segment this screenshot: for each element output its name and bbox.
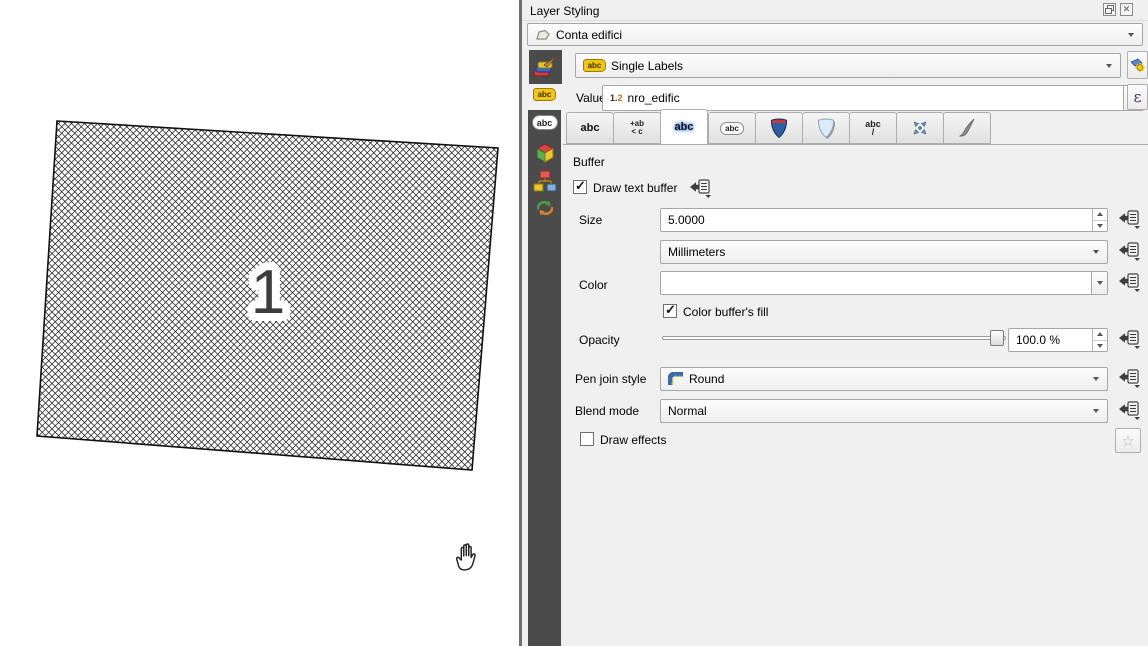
expression-builder-button[interactable]: ε bbox=[1127, 84, 1148, 110]
blend-mode-label: Blend mode bbox=[575, 404, 639, 418]
opacity-spinbox[interactable]: 100.0 % bbox=[1008, 328, 1108, 352]
tab-background[interactable] bbox=[755, 112, 803, 144]
data-defined-override-icon[interactable] bbox=[1117, 400, 1141, 421]
buffer-section-heading: Buffer bbox=[573, 155, 605, 169]
customize-effects-button[interactable]: ☆ bbox=[1115, 428, 1141, 453]
close-icon: ✕ bbox=[1123, 4, 1131, 15]
panel-title: Layer Styling bbox=[530, 4, 599, 18]
cube-3d-icon bbox=[534, 142, 556, 164]
star-icon: ☆ bbox=[1121, 432, 1134, 450]
chevron-down-icon bbox=[1128, 33, 1134, 37]
history-arrows-icon bbox=[534, 198, 556, 218]
tab-rendering[interactable] bbox=[943, 112, 991, 144]
unit-value: Millimeters bbox=[668, 245, 725, 259]
diagrams-icon bbox=[533, 170, 557, 192]
decimal-field-type-icon: 1.2 bbox=[610, 93, 623, 103]
sidebar-item-masks[interactable]: abc bbox=[528, 115, 561, 130]
size-value: 5.0000 bbox=[668, 213, 705, 227]
tab-shadow[interactable] bbox=[802, 112, 850, 144]
shadow-icon bbox=[815, 117, 837, 139]
title-separator bbox=[522, 20, 1148, 21]
background-shield-icon bbox=[768, 117, 790, 139]
sidebar-item-symbology[interactable] bbox=[529, 50, 562, 84]
tabbar-baseline bbox=[563, 144, 1148, 145]
data-defined-override-icon[interactable] bbox=[688, 178, 712, 199]
style-manager-button[interactable] bbox=[1127, 51, 1148, 79]
tab-text[interactable]: abc bbox=[566, 112, 614, 144]
chevron-down-icon bbox=[1106, 64, 1112, 68]
polygon-layer-icon bbox=[535, 29, 551, 41]
mask-cloud-icon: abc bbox=[720, 122, 744, 135]
color-dropdown-button[interactable] bbox=[1091, 272, 1107, 294]
map-canvas[interactable]: 1 bbox=[0, 0, 519, 646]
draw-effects-checkbox[interactable] bbox=[580, 432, 594, 446]
color-buffers-fill-label: Color buffer's fill bbox=[683, 305, 768, 319]
sidebar-item-diagrams[interactable] bbox=[528, 170, 561, 192]
pen-join-style-value: Round bbox=[689, 372, 724, 386]
layer-name: Conta edifici bbox=[556, 28, 622, 42]
spin-arrows[interactable] bbox=[1092, 329, 1107, 351]
close-button[interactable]: ✕ bbox=[1120, 3, 1133, 16]
labeling-mode-value: Single Labels bbox=[611, 59, 683, 73]
rendering-brush-icon bbox=[956, 117, 978, 139]
opacity-value: 100.0 % bbox=[1016, 333, 1060, 347]
labels-tag-icon: abc bbox=[533, 88, 556, 101]
value-expression-field[interactable]: 1.2 nro_edific bbox=[602, 85, 1144, 111]
data-defined-override-icon[interactable] bbox=[1117, 241, 1141, 262]
chevron-down-icon bbox=[1093, 377, 1099, 381]
expression-value: nro_edific bbox=[628, 91, 680, 105]
undock-icon bbox=[1105, 5, 1114, 14]
draw-text-buffer-label: Draw text buffer bbox=[593, 181, 677, 195]
round-join-icon bbox=[668, 372, 684, 386]
map-feature-polygon: 1 bbox=[0, 0, 519, 646]
chevron-down-icon bbox=[1097, 281, 1103, 285]
pen-join-style-select[interactable]: Round bbox=[660, 367, 1108, 391]
color-label: Color bbox=[579, 278, 608, 292]
opacity-label: Opacity bbox=[579, 333, 620, 347]
chevron-down-icon bbox=[1093, 409, 1099, 413]
spin-arrows[interactable] bbox=[1092, 209, 1107, 231]
undock-button[interactable] bbox=[1103, 3, 1116, 16]
blend-mode-value: Normal bbox=[668, 404, 707, 418]
data-defined-override-icon[interactable] bbox=[1117, 209, 1141, 230]
data-defined-override-icon[interactable] bbox=[1117, 329, 1141, 350]
data-defined-override-icon[interactable] bbox=[1117, 368, 1141, 389]
draw-text-buffer-checkbox[interactable] bbox=[573, 180, 587, 194]
data-defined-override-icon[interactable] bbox=[1117, 272, 1141, 293]
buffer-color-swatch[interactable] bbox=[660, 271, 1108, 295]
color-buffers-fill-checkbox[interactable] bbox=[663, 304, 677, 318]
layer-styling-panel: Layer Styling ✕ Conta edifici bbox=[522, 0, 1148, 646]
epsilon-icon: ε bbox=[1134, 88, 1142, 106]
symbology-paintbrush-icon bbox=[533, 55, 559, 79]
tab-formatting[interactable]: +ab < c bbox=[613, 112, 661, 144]
placement-arrows-icon bbox=[909, 117, 931, 139]
pan-hand-cursor bbox=[454, 541, 481, 572]
blend-mode-select[interactable]: Normal bbox=[660, 399, 1108, 423]
opacity-slider-handle[interactable] bbox=[990, 330, 1004, 346]
chevron-down-icon bbox=[1093, 250, 1099, 254]
tab-placement[interactable] bbox=[896, 112, 944, 144]
tab-buffer-active[interactable]: abc bbox=[660, 109, 708, 145]
size-label: Size bbox=[579, 213, 602, 227]
style-gear-icon bbox=[1130, 57, 1146, 73]
sidebar-item-history[interactable] bbox=[528, 198, 561, 218]
feature-label: 1 bbox=[251, 258, 285, 327]
single-labels-tag-icon: abc bbox=[583, 59, 606, 72]
labeling-mode-select[interactable]: abc Single Labels bbox=[575, 53, 1121, 78]
layer-selector[interactable]: Conta edifici bbox=[527, 23, 1143, 46]
tab-mask[interactable]: abc bbox=[708, 112, 756, 144]
tab-callouts[interactable]: abc / bbox=[849, 112, 897, 144]
size-spinbox[interactable]: 5.0000 bbox=[660, 208, 1108, 232]
draw-effects-label: Draw effects bbox=[600, 433, 666, 447]
mask-cloud-icon: abc bbox=[532, 115, 558, 130]
pen-join-style-label: Pen join style bbox=[575, 372, 646, 386]
app-window: 1 Layer Styling ✕ Conta edifici bbox=[0, 0, 1148, 646]
opacity-slider-track[interactable] bbox=[662, 336, 1006, 340]
sidebar-item-3d-view[interactable] bbox=[528, 142, 561, 164]
size-unit-select[interactable]: Millimeters bbox=[660, 240, 1108, 264]
sidebar-item-labels-active[interactable]: abc bbox=[528, 88, 561, 101]
